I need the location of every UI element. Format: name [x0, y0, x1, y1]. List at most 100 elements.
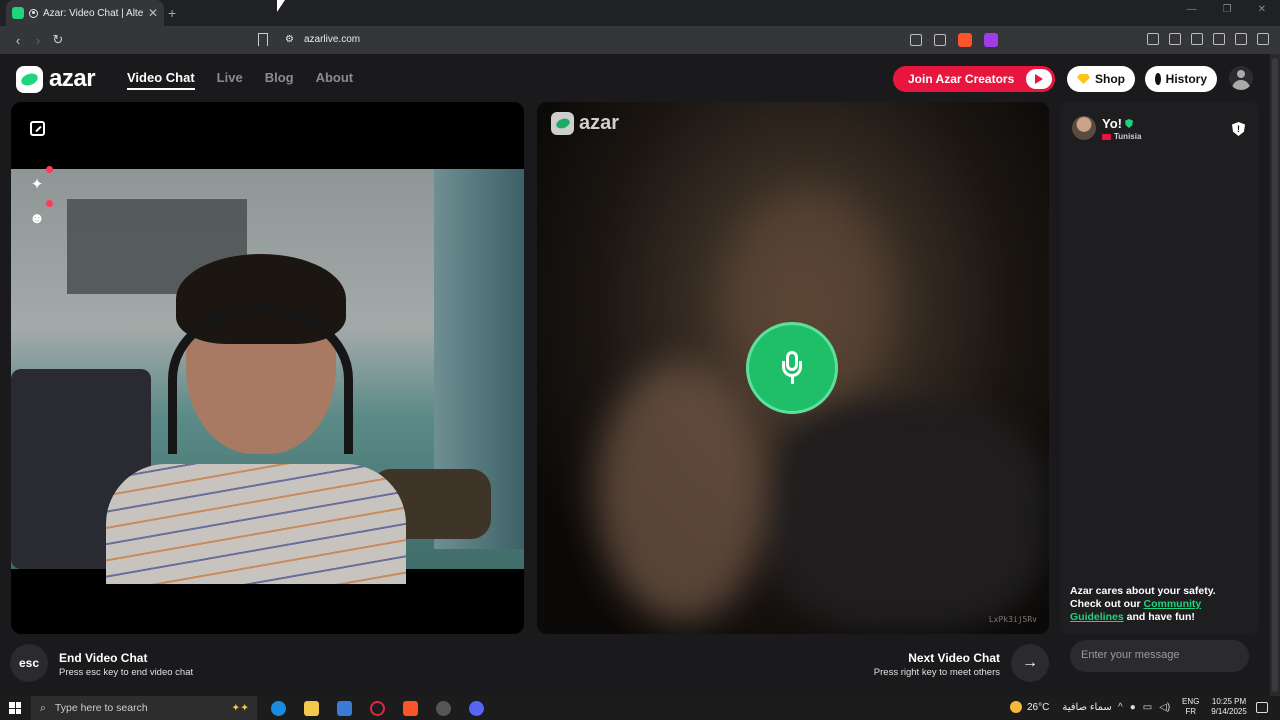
safety-notice: Azar cares about your safety. Check out …	[1070, 585, 1245, 624]
partner-avatar[interactable]	[1072, 116, 1096, 140]
window-controls: — ❐ ✕	[1173, 0, 1280, 19]
weather-condition: سماء صافية	[1062, 701, 1112, 713]
menu-icon[interactable]	[1257, 33, 1269, 45]
nav-video-chat[interactable]: Video Chat	[127, 70, 195, 90]
report-shield-icon[interactable]: !	[1232, 122, 1245, 136]
microphone-icon	[782, 351, 802, 385]
windows-taskbar: ⌕ Type here to search ✦✦ 26°C سماء صافية…	[0, 696, 1280, 720]
message-placeholder: Enter your message	[1081, 649, 1180, 661]
url-text: azarlive.com	[303, 34, 361, 45]
address-tools	[910, 33, 998, 47]
cast-icon[interactable]	[910, 34, 922, 46]
back-icon[interactable]: ‹	[8, 33, 28, 48]
safety-text-end: and have fun!	[1123, 611, 1195, 623]
bookmark-icon[interactable]	[258, 33, 268, 46]
clock-time: 10:25 PM	[1211, 697, 1247, 706]
next-chat-button[interactable]: →	[1011, 644, 1049, 682]
system-tray: ^ ● ▭ ◁)	[1118, 702, 1170, 713]
url-field[interactable]: ⚙ azarlive.com	[285, 34, 360, 45]
clock-icon	[1155, 73, 1161, 85]
partner-video-panel: azar LxPk3ij5Rv	[537, 102, 1049, 634]
history-label: History	[1165, 72, 1207, 86]
minimize-icon[interactable]: —	[1187, 4, 1197, 15]
search-icon: ⌕	[40, 701, 46, 714]
partner-location: Tunisia	[1102, 132, 1141, 141]
lang-secondary: FR	[1185, 707, 1196, 716]
lang-primary: ENG	[1182, 697, 1200, 706]
creators-label: Join Azar Creators	[908, 72, 1015, 86]
wallet-icon[interactable]	[1147, 33, 1159, 45]
filter-button[interactable]: ☻	[25, 200, 53, 230]
vpn-icon[interactable]	[1235, 33, 1247, 45]
extensions-icon[interactable]	[1191, 33, 1203, 45]
temperature: 26°C	[1027, 701, 1050, 713]
end-chat-button[interactable]: esc	[10, 644, 48, 682]
notification-dot	[46, 166, 53, 173]
expand-icon[interactable]	[30, 121, 45, 136]
session-code: LxPk3ij5Rv	[988, 615, 1037, 624]
browser-tab-bar: Azar: Video Chat | Alternative ✕ + — ❐ ✕	[0, 0, 1280, 26]
close-window-icon[interactable]: ✕	[1258, 4, 1266, 15]
browser-tab[interactable]: Azar: Video Chat | Alternative ✕	[6, 0, 164, 26]
profile-avatar[interactable]	[1229, 66, 1253, 90]
azar-logo-icon	[551, 112, 574, 135]
page-scrollbar[interactable]	[1270, 54, 1280, 696]
site-info-icon[interactable]: ⚙	[285, 34, 294, 45]
shop-label: Shop	[1095, 72, 1125, 86]
watermark-text: azar	[579, 112, 620, 134]
azar-page: azar Video Chat Live Blog About Join Aza…	[0, 54, 1270, 696]
shop-button[interactable]: Shop	[1067, 66, 1135, 92]
microphone-button[interactable]	[746, 322, 838, 414]
gem-icon	[1077, 74, 1090, 84]
file-explorer-icon[interactable]	[304, 701, 319, 716]
azar-favicon-icon	[12, 7, 24, 19]
nav-live[interactable]: Live	[217, 70, 243, 90]
effects-button[interactable]: ✦	[25, 166, 53, 196]
history-button[interactable]: History	[1145, 66, 1217, 92]
copilot-sparkle-icon[interactable]: ✦✦	[231, 702, 249, 714]
browser-tools	[1147, 33, 1269, 45]
opera-icon[interactable]	[370, 701, 385, 716]
next-chat-title: Next Video Chat	[908, 651, 1000, 665]
obs-icon[interactable]	[436, 701, 451, 716]
nav-about[interactable]: About	[316, 70, 354, 90]
message-input[interactable]: Enter your message	[1070, 640, 1249, 672]
volume-icon[interactable]: ◁)	[1159, 702, 1170, 713]
taskbar-search[interactable]: ⌕ Type here to search ✦✦	[31, 696, 257, 720]
share-icon[interactable]	[934, 34, 946, 46]
network-icon[interactable]: ▭	[1143, 702, 1152, 713]
esc-key-label: esc	[18, 656, 40, 670]
leo-icon[interactable]	[1213, 33, 1225, 45]
discord-icon[interactable]	[469, 701, 484, 716]
sidebar-icon[interactable]	[1169, 33, 1181, 45]
address-bar: ‹ › ↻ ⚙ azarlive.com	[0, 26, 1280, 54]
microphone-tray-icon[interactable]: ●	[1130, 702, 1136, 713]
system-clock[interactable]: 10:25 PM 9/14/2025	[1205, 697, 1253, 717]
join-creators-button[interactable]: Join Azar Creators	[893, 66, 1055, 92]
brave-rewards-icon[interactable]	[984, 33, 998, 47]
end-chat-hint: Press esc key to end video chat	[59, 667, 194, 678]
video-watermark: azar	[551, 112, 619, 135]
close-tab-icon[interactable]: ✕	[148, 6, 158, 20]
maximize-icon[interactable]: ❐	[1223, 4, 1232, 15]
forward-icon[interactable]: ›	[28, 33, 48, 48]
clock-date: 9/14/2025	[1211, 707, 1247, 716]
verified-icon	[1124, 119, 1133, 128]
nav-blog[interactable]: Blog	[265, 70, 294, 90]
notification-icon[interactable]	[1256, 702, 1268, 713]
partner-country: Tunisia	[1114, 132, 1142, 141]
language-indicator[interactable]: ENG FR	[1182, 697, 1199, 717]
main-nav: Video Chat Live Blog About	[127, 70, 353, 90]
windows-start-icon[interactable]	[9, 702, 21, 714]
store-icon[interactable]	[337, 701, 352, 716]
edge-icon[interactable]	[271, 701, 286, 716]
azar-logo[interactable]: azar	[16, 65, 96, 93]
play-icon	[1026, 69, 1052, 89]
reload-icon[interactable]: ↻	[48, 32, 68, 48]
new-tab-icon[interactable]: +	[168, 5, 176, 21]
brave-shields-icon[interactable]	[958, 33, 972, 47]
brave-icon[interactable]	[403, 701, 418, 716]
my-camera-feed	[11, 169, 524, 584]
chevron-up-icon[interactable]: ^	[1118, 702, 1123, 713]
weather-widget[interactable]: 26°C سماء صافية	[1010, 701, 1112, 713]
